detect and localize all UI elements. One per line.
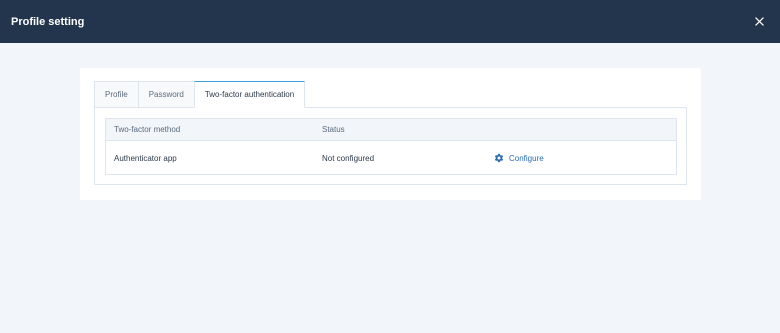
method-cell: Authenticator app [114,153,177,163]
two-factor-panel: Two-factor method Status Authenticator a… [94,107,687,185]
modal-title: Profile setting [11,15,85,28]
status-cell: Not configured [322,153,375,163]
header-two-factor-method: Two-factor method [114,125,181,134]
tab-password[interactable]: Password [137,81,194,108]
configure-label: Configure [509,153,544,163]
tab-two-factor-authentication[interactable]: Two-factor authentication [193,81,306,108]
tab-profile[interactable]: Profile [94,81,138,108]
table-header: Two-factor method Status [106,119,676,141]
close-icon [754,16,764,26]
tab-bar: Profile Password Two-factor authenticati… [94,81,306,108]
two-factor-table: Two-factor method Status Authenticator a… [105,118,677,175]
settings-card: Profile Password Two-factor authenticati… [80,68,701,200]
gear-icon [494,153,504,163]
configure-button[interactable]: Configure [494,153,544,163]
header-status: Status [322,125,345,134]
table-row: Authenticator app Not configured Configu… [106,141,676,175]
action-cell: Configure [486,153,676,163]
close-button[interactable] [752,14,766,28]
modal-header: Profile setting [0,0,780,43]
